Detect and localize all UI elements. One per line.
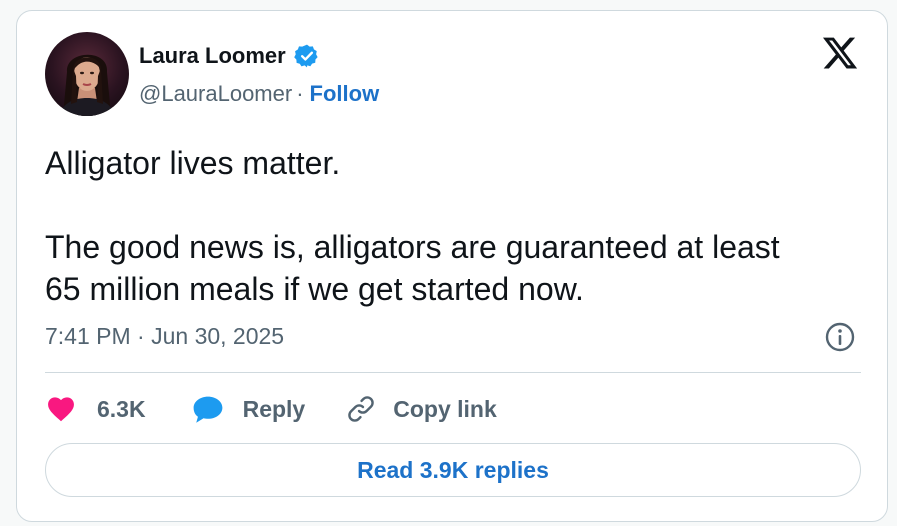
tweet-line: Alligator lives matter. [45, 145, 341, 181]
info-icon[interactable] [824, 321, 856, 353]
tweet-line: 65 million meals if we get started now. [45, 271, 584, 307]
read-replies-button[interactable]: Read 3.9K replies [45, 443, 861, 497]
tweet-card: Laura Loomer @LauraLoomer · Follow Alligat… [16, 10, 888, 522]
divider [45, 372, 861, 373]
author-handle[interactable]: @LauraLoomer [139, 81, 292, 106]
author-name-row: Laura Loomer [139, 41, 320, 71]
author-handle-row: @LauraLoomer · Follow [139, 81, 379, 107]
tweet-line: The good news is, alligators are guarant… [45, 229, 780, 265]
copy-link-button[interactable]: Copy link [345, 393, 497, 425]
x-logo-icon[interactable] [821, 34, 859, 72]
tweet-text: Alligator lives matter. The good news is… [45, 142, 865, 310]
reply-label: Reply [242, 395, 306, 422]
heart-icon [48, 397, 74, 422]
author-avatar[interactable] [45, 32, 129, 116]
avatar-photo [45, 32, 129, 116]
like-button[interactable]: 6.3K [45, 393, 146, 425]
like-count: 6.3K [97, 395, 146, 422]
action-bar: 6.3K Reply Copy link [45, 391, 497, 427]
copy-link-label: Copy link [393, 395, 497, 422]
follow-button[interactable]: Follow [310, 81, 380, 106]
speech-bubble-icon [193, 396, 222, 423]
reply-button[interactable]: Reply [191, 393, 306, 425]
link-icon [348, 396, 374, 422]
separator-dot: · [296, 81, 304, 106]
tweet-timestamp[interactable]: 7:41 PM · Jun 30, 2025 [45, 323, 284, 350]
author-name[interactable]: Laura Loomer [139, 43, 286, 69]
verified-badge-icon [293, 43, 320, 69]
